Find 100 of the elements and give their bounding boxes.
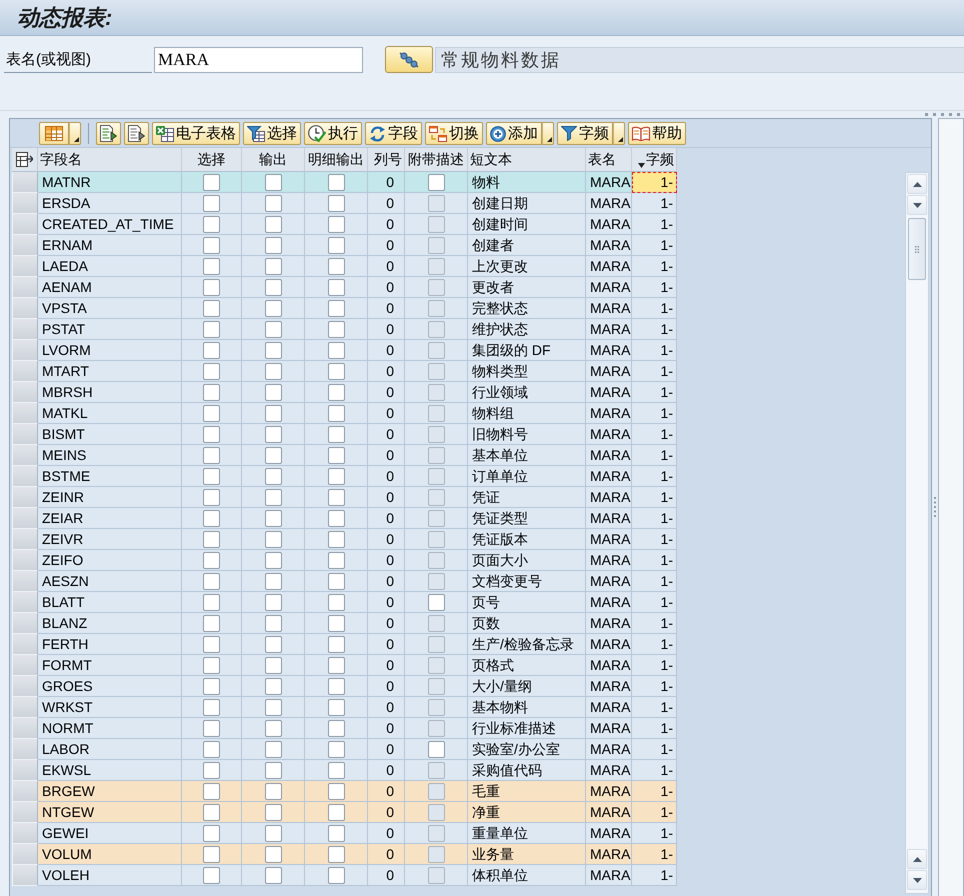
checkbox[interactable]	[264, 194, 282, 212]
table-row[interactable]: EKWSL 0 采购值代码 MARA 1-	[12, 760, 677, 781]
checkbox[interactable]	[328, 320, 344, 338]
row-selector[interactable]	[12, 697, 38, 718]
checkbox[interactable]	[203, 426, 220, 442]
toolbar-button[interactable]: 执行	[304, 122, 362, 145]
dropdown-button[interactable]	[69, 122, 81, 145]
toolbar-button[interactable]: 字段	[365, 122, 422, 145]
checkbox[interactable]	[328, 804, 344, 820]
row-selector[interactable]	[12, 319, 38, 340]
row-selector[interactable]	[12, 718, 38, 739]
checkbox[interactable]	[203, 530, 220, 548]
table-row[interactable]: ZEIAR 0 凭证类型 MARA 1-	[12, 508, 677, 529]
row-selector[interactable]	[12, 340, 38, 361]
checkbox[interactable]	[264, 740, 282, 758]
table-row[interactable]: BLATT 0 页号 MARA 1-	[12, 592, 677, 613]
table-row[interactable]: MATKL 0 物料组 MARA 1-	[12, 403, 677, 424]
checkbox[interactable]	[264, 782, 282, 800]
table-row[interactable]: ZEINR 0 凭证 MARA 1-	[12, 487, 677, 508]
row-selector[interactable]	[12, 277, 38, 298]
checkbox[interactable]	[328, 362, 344, 380]
checkbox[interactable]	[203, 782, 220, 800]
row-selector[interactable]	[12, 445, 38, 466]
checkbox[interactable]	[203, 384, 220, 400]
checkbox[interactable]	[264, 236, 282, 254]
checkbox[interactable]	[328, 216, 344, 232]
checkbox[interactable]	[264, 510, 282, 526]
checkbox[interactable]	[203, 174, 220, 190]
column-header[interactable]: 字段名	[38, 148, 182, 172]
checkbox[interactable]	[203, 362, 220, 380]
checkbox[interactable]	[264, 552, 282, 568]
table-row[interactable]: LVORM 0 集团级的 DF MARA 1-	[12, 340, 677, 361]
checkbox[interactable]	[203, 846, 220, 862]
column-header[interactable]: 附带描述	[405, 148, 468, 172]
toolbar-icon-button[interactable]	[39, 122, 69, 145]
checkbox[interactable]	[328, 342, 344, 358]
table-row[interactable]: FORMT 0 页格式 MARA 1-	[12, 655, 677, 676]
checkbox[interactable]	[264, 824, 282, 842]
checkbox[interactable]	[203, 552, 220, 568]
checkbox[interactable]	[264, 320, 282, 338]
checkbox[interactable]	[203, 404, 220, 422]
table-row[interactable]: GEWEI 0 重量单位 MARA 1-	[12, 823, 677, 844]
checkbox[interactable]	[328, 720, 344, 736]
checkbox[interactable]	[264, 678, 282, 694]
row-selector[interactable]	[12, 193, 38, 214]
checkbox[interactable]	[328, 614, 344, 632]
row-selector[interactable]	[12, 823, 38, 844]
checkbox[interactable]	[203, 740, 220, 758]
checkbox[interactable]	[328, 426, 344, 442]
table-row[interactable]: BSTME 0 订单单位 MARA 1-	[12, 466, 677, 487]
row-selector[interactable]	[12, 214, 38, 235]
table-row[interactable]: MTART 0 物料类型 MARA 1-	[12, 361, 677, 382]
row-selector[interactable]	[12, 655, 38, 676]
row-selector[interactable]	[12, 760, 38, 781]
table-row[interactable]: BISMT 0 旧物料号 MARA 1-	[12, 424, 677, 445]
toolbar-button[interactable]: 电子表格	[152, 122, 240, 145]
table-row[interactable]: ERNAM 0 创建者 MARA 1-	[12, 235, 677, 256]
checkbox[interactable]	[203, 468, 220, 484]
row-selector[interactable]	[12, 172, 38, 193]
checkbox[interactable]	[264, 384, 282, 400]
checkbox[interactable]	[203, 656, 220, 674]
checkbox[interactable]	[328, 824, 344, 842]
checkbox[interactable]	[203, 636, 220, 652]
checkbox[interactable]	[203, 824, 220, 842]
checkbox[interactable]	[264, 426, 282, 442]
row-selector[interactable]	[12, 781, 38, 802]
display-button[interactable]	[385, 46, 433, 73]
checkbox[interactable]	[203, 278, 220, 296]
checkbox[interactable]	[264, 468, 282, 484]
checkbox[interactable]	[264, 342, 282, 358]
checkbox[interactable]	[328, 278, 344, 296]
row-selector[interactable]	[12, 613, 38, 634]
dropdown-button[interactable]	[613, 122, 625, 145]
checkbox[interactable]	[264, 278, 282, 296]
checkbox[interactable]	[203, 488, 220, 506]
checkbox[interactable]	[203, 446, 220, 464]
checkbox[interactable]	[328, 866, 344, 884]
checkbox[interactable]	[328, 656, 344, 674]
toolbar-button[interactable]: 选择	[243, 122, 301, 145]
row-selector[interactable]	[12, 298, 38, 319]
checkbox[interactable]	[328, 236, 344, 254]
row-selector[interactable]	[12, 529, 38, 550]
row-selector[interactable]	[12, 361, 38, 382]
checkbox[interactable]	[264, 258, 282, 274]
table-row[interactable]: ERSDA 0 创建日期 MARA 1-	[12, 193, 677, 214]
checkbox[interactable]	[203, 678, 220, 694]
table-row[interactable]: CREATED_AT_TIME 0 创建时间 MARA 1-	[12, 214, 677, 235]
checkbox[interactable]	[328, 300, 344, 316]
row-selector[interactable]	[12, 592, 38, 613]
checkbox[interactable]	[428, 740, 444, 758]
checkbox[interactable]	[428, 594, 444, 610]
checkbox[interactable]	[264, 656, 282, 674]
checkbox[interactable]	[328, 468, 344, 484]
row-selector[interactable]	[12, 403, 38, 424]
checkbox[interactable]	[264, 762, 282, 778]
row-selector[interactable]	[12, 802, 38, 823]
toolbar-button[interactable]: 帮助	[628, 122, 686, 145]
row-selector[interactable]	[12, 466, 38, 487]
table-row[interactable]: ZEIFO 0 页面大小 MARA 1-	[12, 550, 677, 571]
checkbox[interactable]	[264, 300, 282, 316]
